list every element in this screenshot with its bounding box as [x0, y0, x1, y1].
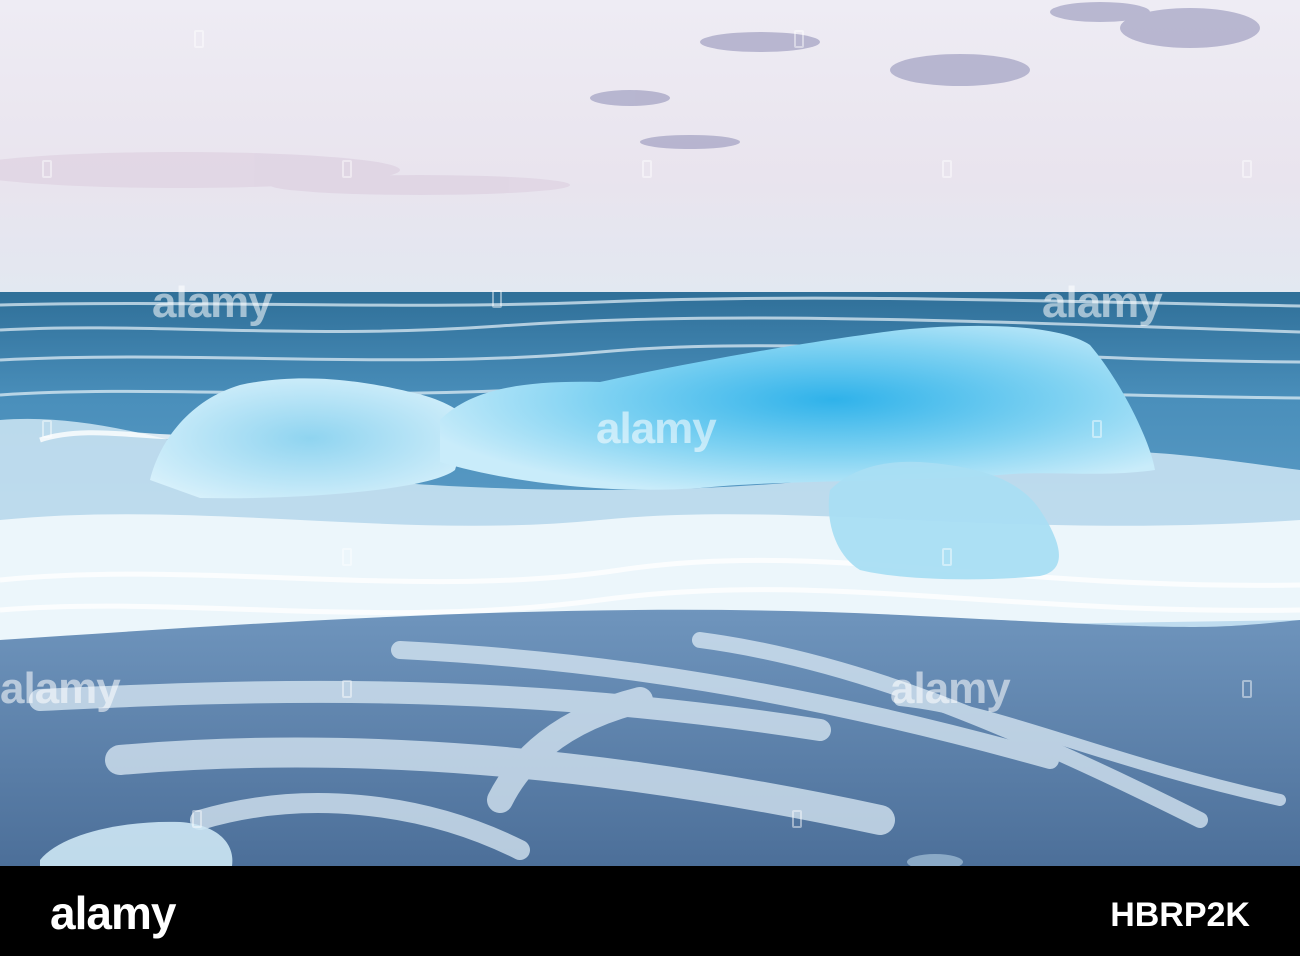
watermark-mark — [342, 160, 352, 178]
footer-bar: alamy HBRP2K — [0, 866, 1300, 956]
watermark-text: alamy — [596, 404, 717, 453]
watermark-mark — [492, 290, 502, 308]
watermark-mark — [42, 160, 52, 178]
watermark-mark — [794, 30, 804, 48]
watermark-text: alamy — [152, 278, 273, 327]
watermark-mark — [1092, 420, 1102, 438]
watermark-mark — [642, 160, 652, 178]
watermark-text: alamy — [890, 664, 1011, 713]
image-id: HBRP2K — [1110, 896, 1250, 934]
alamy-logo: alamy — [50, 887, 176, 939]
watermark-mark — [942, 160, 952, 178]
watermark-mark — [1242, 680, 1252, 698]
stock-photo: alamy alamy alamy alamy alamy alamy HBRP… — [0, 0, 1300, 956]
watermark-text: alamy — [0, 664, 121, 713]
watermark-mark — [42, 420, 52, 438]
watermark-mark — [942, 548, 952, 566]
watermark-text: alamy — [1042, 278, 1163, 327]
watermark-mark — [792, 810, 802, 828]
watermark-mark — [342, 680, 352, 698]
watermark-mark — [192, 810, 202, 828]
watermark-mark — [342, 548, 352, 566]
watermark-mark — [1242, 160, 1252, 178]
watermark-mark — [194, 30, 204, 48]
